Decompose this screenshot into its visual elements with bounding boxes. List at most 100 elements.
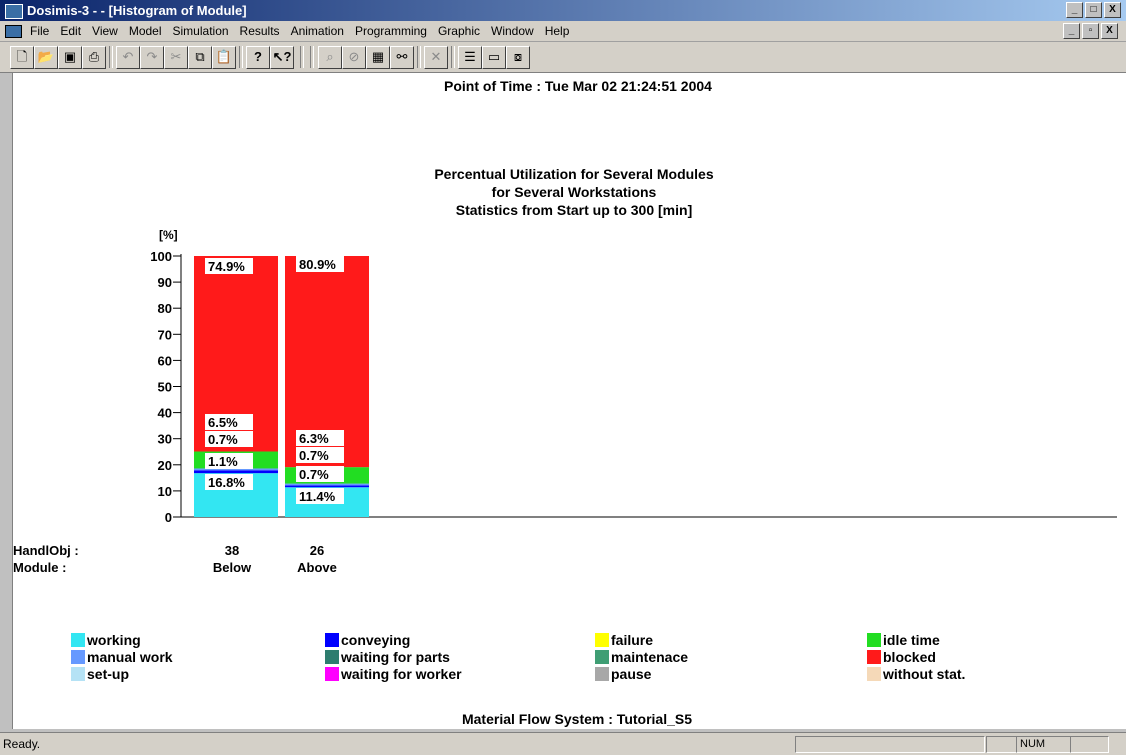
legend-label: blocked xyxy=(883,649,936,665)
print-icon[interactable]: ⎙ xyxy=(82,46,106,69)
menu-edit[interactable]: Edit xyxy=(60,24,81,38)
menu-help[interactable]: Help xyxy=(545,24,570,38)
status-text: Ready. xyxy=(3,737,41,751)
binoculars-icon[interactable]: ⚯ xyxy=(390,46,414,69)
window-icon[interactable]: ▭ xyxy=(482,46,506,69)
category-module: Above xyxy=(297,560,337,575)
maximize-button[interactable]: □ xyxy=(1085,2,1102,18)
data-label: 0.7% xyxy=(299,448,329,463)
category-handlobj: 26 xyxy=(310,543,324,558)
zoom-icon[interactable]: ⌕ xyxy=(318,46,342,69)
chart-title-line-1: Percentual Utilization for Several Modul… xyxy=(434,166,714,182)
close-button[interactable]: X xyxy=(1104,2,1121,18)
title-bar: Dosimis-3 - - [Histogram of Module] _ □ … xyxy=(0,0,1126,21)
context-help-icon[interactable]: ↖? xyxy=(270,46,294,69)
delete-icon[interactable]: ✕ xyxy=(424,46,448,69)
menu-model[interactable]: Model xyxy=(129,24,162,38)
bars: 16.8% 1.1% 0.7% 6.5% 74.9% 11.4% 0.7% 0.7% 6.3% 8… xyxy=(194,256,369,517)
legend-swatch xyxy=(71,650,85,664)
data-label: 16.8% xyxy=(208,475,245,490)
toolbar-separator xyxy=(451,46,455,68)
chart-title-line-3: Statistics from Start up to 300 [min] xyxy=(456,202,692,218)
row-label-module: Module : xyxy=(13,560,66,575)
paste-icon[interactable]: 📋 xyxy=(212,46,236,69)
status-panel-caps xyxy=(986,736,1017,753)
legend-swatch xyxy=(595,633,609,647)
table-icon[interactable]: ▦ xyxy=(366,46,390,69)
data-label: 74.9% xyxy=(208,259,245,274)
data-label: 11.4% xyxy=(299,489,336,504)
y-tick-label: 30 xyxy=(158,432,172,447)
status-panel xyxy=(795,736,985,753)
y-tick-label: 60 xyxy=(158,353,172,368)
legend-label: idle time xyxy=(883,632,940,648)
doc-restore-button[interactable]: ▫ xyxy=(1082,23,1099,39)
legend-label: working xyxy=(86,632,141,648)
list-icon[interactable]: ☰ xyxy=(458,46,482,69)
menu-results[interactable]: Results xyxy=(240,24,280,38)
toolbar: 🗋 📂 ▣ ⎙ ↶ ↷ ✂ ⧉ 📋 ? ↖? ⌕ ⊘ ▦ ⚯ ✕ ☰ ▭ ⧇ xyxy=(0,42,1126,73)
bar-segment-conveying xyxy=(285,485,369,488)
doc-close-button[interactable]: X xyxy=(1101,23,1118,39)
legend-label: manual work xyxy=(87,649,173,665)
toolbar-separator xyxy=(300,46,304,68)
window-title: Dosimis-3 - - [Histogram of Module] xyxy=(27,3,247,18)
system-footer: Material Flow System : Tutorial_S5 xyxy=(462,711,692,727)
no-icon[interactable]: ⊘ xyxy=(342,46,366,69)
bar-segment-conveying xyxy=(194,470,278,474)
y-tick-label: 100 xyxy=(150,249,172,264)
menu-simulation[interactable]: Simulation xyxy=(173,24,229,38)
category-module: Below xyxy=(213,560,252,575)
menu-window[interactable]: Window xyxy=(491,24,534,38)
y-tick-label: 50 xyxy=(158,380,172,395)
y-tick-label: 90 xyxy=(158,275,172,290)
point-of-time: Point of Time : Tue Mar 02 21:24:51 2004 xyxy=(444,78,712,94)
help-icon[interactable]: ? xyxy=(246,46,270,69)
menu-graphic[interactable]: Graphic xyxy=(438,24,480,38)
minimize-button[interactable]: _ xyxy=(1066,2,1083,18)
data-label: 0.7% xyxy=(299,467,329,482)
app-icon[interactable] xyxy=(5,4,23,19)
y-tick-label: 10 xyxy=(158,484,172,499)
utilization-chart: Point of Time : Tue Mar 02 21:24:51 2004… xyxy=(13,78,1117,727)
menu-file[interactable]: File xyxy=(30,24,49,38)
document-icon[interactable] xyxy=(5,25,22,38)
menu-programming[interactable]: Programming xyxy=(355,24,427,38)
legend: working conveying failure idle time manual w… xyxy=(71,632,965,682)
legend-swatch xyxy=(325,667,339,681)
legend-swatch xyxy=(867,667,881,681)
y-tick-label: 40 xyxy=(158,406,172,421)
y-tick-label: 80 xyxy=(158,301,172,316)
y-axis-label: [%] xyxy=(159,228,178,242)
data-label: 80.9% xyxy=(299,257,336,272)
undo-icon[interactable]: ↶ xyxy=(116,46,140,69)
legend-label: without stat. xyxy=(882,666,965,682)
legend-swatch xyxy=(325,650,339,664)
menu-animation[interactable]: Animation xyxy=(291,24,344,38)
y-tick-label: 0 xyxy=(165,510,172,525)
toolbar-separator xyxy=(109,46,113,68)
status-bar: Ready. NUM xyxy=(0,732,1126,755)
open-file-icon[interactable]: 📂 xyxy=(34,46,58,69)
x-labels: HandlObj : Module : 38 Below 26 Above xyxy=(13,543,337,575)
row-label-handlobj: HandlObj : xyxy=(13,543,79,558)
bar-segment-manual-work xyxy=(285,483,369,486)
new-file-icon[interactable]: 🗋 xyxy=(10,46,34,69)
legend-swatch xyxy=(595,650,609,664)
copy-icon[interactable]: ⧉ xyxy=(188,46,212,69)
legend-label: waiting for worker xyxy=(340,666,462,682)
data-label: 6.3% xyxy=(299,431,329,446)
dialog-icon[interactable]: ⧇ xyxy=(506,46,530,69)
menu-bar: File Edit View Model Simulation Results Animat… xyxy=(0,21,1126,42)
toolbar-separator xyxy=(239,46,243,68)
legend-label: failure xyxy=(611,632,653,648)
menu-view[interactable]: View xyxy=(92,24,118,38)
toolbar-separator xyxy=(417,46,421,68)
legend-label: conveying xyxy=(341,632,410,648)
legend-label: maintenace xyxy=(611,649,688,665)
doc-minimize-button[interactable]: _ xyxy=(1063,23,1080,39)
redo-icon[interactable]: ↷ xyxy=(140,46,164,69)
save-icon[interactable]: ▣ xyxy=(58,46,82,69)
cut-icon[interactable]: ✂ xyxy=(164,46,188,69)
legend-label: waiting for parts xyxy=(340,649,450,665)
